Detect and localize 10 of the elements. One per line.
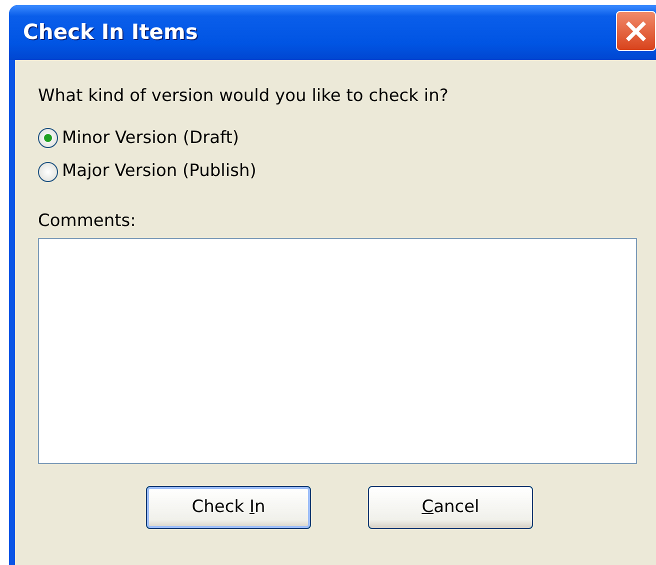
window-title: Check In Items [23,18,198,46]
dialog-button[interactable]: Cancel [368,486,533,529]
option-label[interactable]: Minor Version (Draft) [62,126,239,151]
radio-button[interactable] [38,128,58,148]
option-label[interactable]: Major Version (Publish) [62,159,256,184]
radio-button[interactable] [38,162,58,182]
question-text: What kind of version would you like to check in? [38,85,450,108]
comments-label: Comments: [38,210,137,232]
dialog-button[interactable]: Check In [146,486,311,529]
comments-field[interactable] [38,238,637,464]
